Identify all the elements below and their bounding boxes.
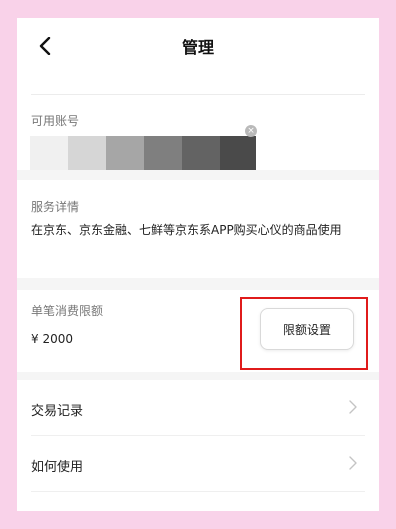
section-gap <box>17 278 379 290</box>
spend-limit-section: 单笔消费限额 ¥ 2000 限额设置 <box>17 290 379 372</box>
account-swatch <box>182 136 220 173</box>
transaction-records-row[interactable]: 交易记录 <box>17 380 379 436</box>
chevron-right-icon <box>349 456 357 470</box>
highlight-box <box>240 297 368 370</box>
service-details-section: 服务详情 在京东、京东金融、七鲜等京东系APP购买心仪的商品使用 <box>17 180 379 278</box>
account-swatch <box>30 136 68 173</box>
row-label: 交易记录 <box>31 404 84 419</box>
account-swatch <box>106 136 144 173</box>
page-title: 管理 <box>181 38 214 57</box>
section-gap <box>17 372 379 380</box>
service-detail-text: 在京东、京东金融、七鲜等京东系APP购买心仪的商品使用 <box>31 223 342 237</box>
account-swatch <box>68 136 106 173</box>
account-swatch-strip[interactable] <box>30 136 256 173</box>
nav-header: 管理 <box>17 18 379 74</box>
limit-amount: ¥ 2000 <box>31 332 73 346</box>
divider <box>31 491 365 492</box>
service-label: 服务详情 <box>31 200 80 214</box>
row-label: 如何使用 <box>31 460 84 475</box>
phone-screen: 管理 可用账号 × 服务详情 在京东、京东金融、七鲜等京东系APP购买心仪的商品… <box>17 18 379 511</box>
account-label: 可用账号 <box>31 114 80 128</box>
how-to-use-row[interactable]: 如何使用 <box>17 436 379 492</box>
close-icon[interactable]: × <box>245 125 257 137</box>
account-section: 可用账号 × <box>17 108 379 173</box>
limit-label: 单笔消费限额 <box>31 304 104 318</box>
account-swatch <box>220 136 256 173</box>
account-swatch <box>144 136 182 173</box>
section-gap <box>17 170 379 180</box>
divider <box>31 94 365 95</box>
chevron-right-icon <box>349 400 357 414</box>
